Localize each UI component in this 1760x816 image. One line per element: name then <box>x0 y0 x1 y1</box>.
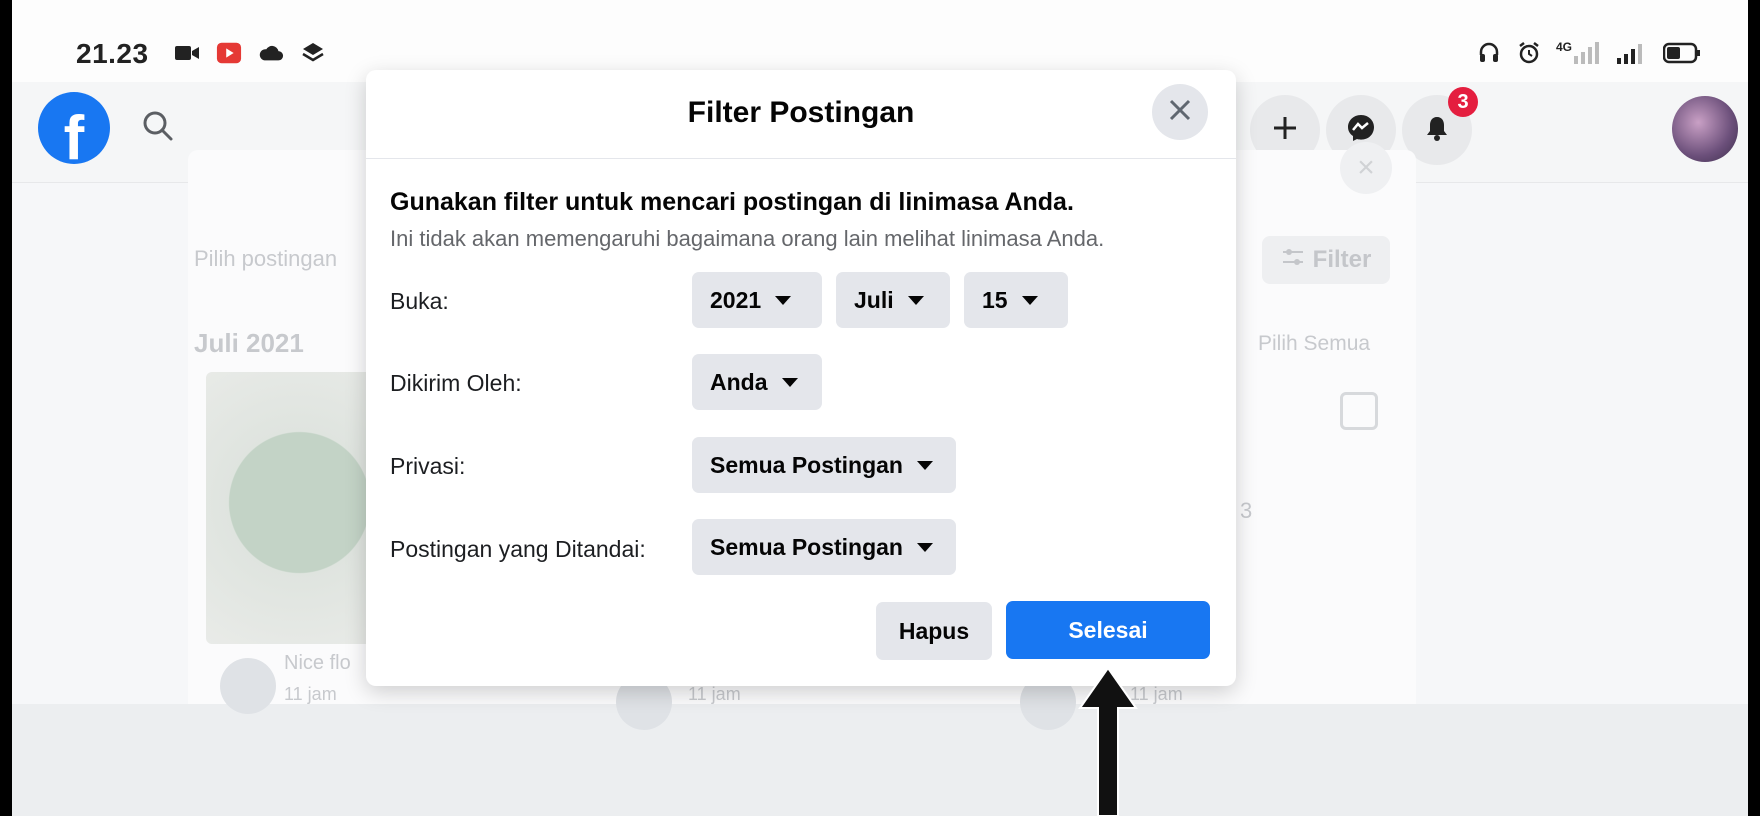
notification-badge: 3 <box>1448 87 1478 117</box>
tagged-posts-value: Semua Postingan <box>710 533 903 560</box>
network-type-label: 4G <box>1556 40 1573 54</box>
bg-select-checkbox[interactable] <box>1340 392 1378 430</box>
alarm-icon <box>1516 40 1542 66</box>
caret-down-icon <box>775 295 792 305</box>
close-icon <box>1167 97 1193 128</box>
open-label: Buka: <box>390 288 449 314</box>
done-button[interactable]: Selesai <box>1006 601 1210 659</box>
year-value: 2021 <box>710 286 762 313</box>
dialog-header: Filter Postingan <box>366 70 1236 159</box>
battery-icon <box>1662 40 1702 66</box>
search-icon[interactable] <box>140 108 176 144</box>
year-dropdown[interactable]: 2021 <box>692 272 822 328</box>
day-dropdown[interactable]: 15 <box>964 272 1068 328</box>
bg-bottom-strip: Nice flo 11 jam 11 jam 11 jam <box>12 652 1748 816</box>
bell-icon <box>1422 113 1452 148</box>
sliders-icon <box>1281 246 1305 274</box>
close-icon: × <box>1357 151 1375 184</box>
signal-4g-icon: 4G <box>1556 40 1600 66</box>
dialog-title: Filter Postingan <box>687 96 915 129</box>
bg-close-button[interactable]: × <box>1340 142 1392 194</box>
caret-down-icon <box>781 377 798 387</box>
privacy-value: Semua Postingan <box>710 451 903 478</box>
bg-post-time-2: 11 jam <box>688 684 741 704</box>
layers-icon <box>300 40 326 66</box>
privacy-label: Privasi: <box>390 453 466 479</box>
mouse-cursor-icon <box>1078 666 1138 816</box>
bg-post-photo[interactable] <box>206 372 376 644</box>
status-right-icons: 4G <box>1476 40 1702 66</box>
caret-down-icon <box>916 460 933 470</box>
caret-down-icon <box>1021 295 1038 305</box>
filter-posts-dialog: Filter Postingan Gunakan filter untuk me… <box>366 70 1236 686</box>
bg-post-avatar <box>220 658 276 714</box>
bg-post-caption: Nice flo <box>284 652 351 674</box>
clear-button[interactable]: Hapus <box>876 602 992 660</box>
facebook-logo-letter: f <box>63 104 85 165</box>
youtube-icon <box>216 40 242 66</box>
dialog-intro-title: Gunakan filter untuk mencari postingan d… <box>390 188 1074 216</box>
close-dialog-button[interactable] <box>1152 84 1208 140</box>
plus-icon <box>1270 113 1300 148</box>
caret-down-icon <box>907 295 924 305</box>
headset-icon <box>1476 40 1502 66</box>
status-left-icons <box>174 40 326 66</box>
tagged-posts-label: Postingan yang Ditandai: <box>390 536 646 562</box>
status-time: 21.23 <box>76 38 149 69</box>
video-icon <box>174 40 200 66</box>
sent-by-label: Dikirim Oleh: <box>390 370 522 396</box>
bg-stray-digit: 3 <box>1240 498 1253 523</box>
signal-icon <box>1614 40 1648 66</box>
cloud-icon <box>258 40 284 66</box>
bg-select-posts-text: Pilih postingan <box>194 246 338 271</box>
caret-down-icon <box>916 542 933 552</box>
bg-filter-button[interactable]: Filter <box>1262 236 1390 284</box>
facebook-logo[interactable]: f <box>38 92 110 164</box>
bg-filter-label: Filter <box>1312 246 1372 273</box>
bg-post-time: 11 jam <box>284 684 337 704</box>
sent-by-dropdown[interactable]: Anda <box>692 354 822 410</box>
bg-month-header: Juli 2021 <box>194 328 304 358</box>
sent-by-value: Anda <box>710 368 768 395</box>
tagged-posts-dropdown[interactable]: Semua Postingan <box>692 519 956 575</box>
profile-avatar[interactable] <box>1672 96 1738 162</box>
phone-screen: 21.23 4G f 3 Pilih postingan Juli 2021 F… <box>12 0 1748 816</box>
day-value: 15 <box>982 286 1008 313</box>
privacy-dropdown[interactable]: Semua Postingan <box>692 437 956 493</box>
bg-select-all[interactable]: Pilih Semua <box>1258 332 1370 356</box>
month-dropdown[interactable]: Juli <box>836 272 950 328</box>
month-value: Juli <box>854 286 894 313</box>
dialog-intro-subtitle: Ini tidak akan memengaruhi bagaimana ora… <box>390 226 1105 251</box>
